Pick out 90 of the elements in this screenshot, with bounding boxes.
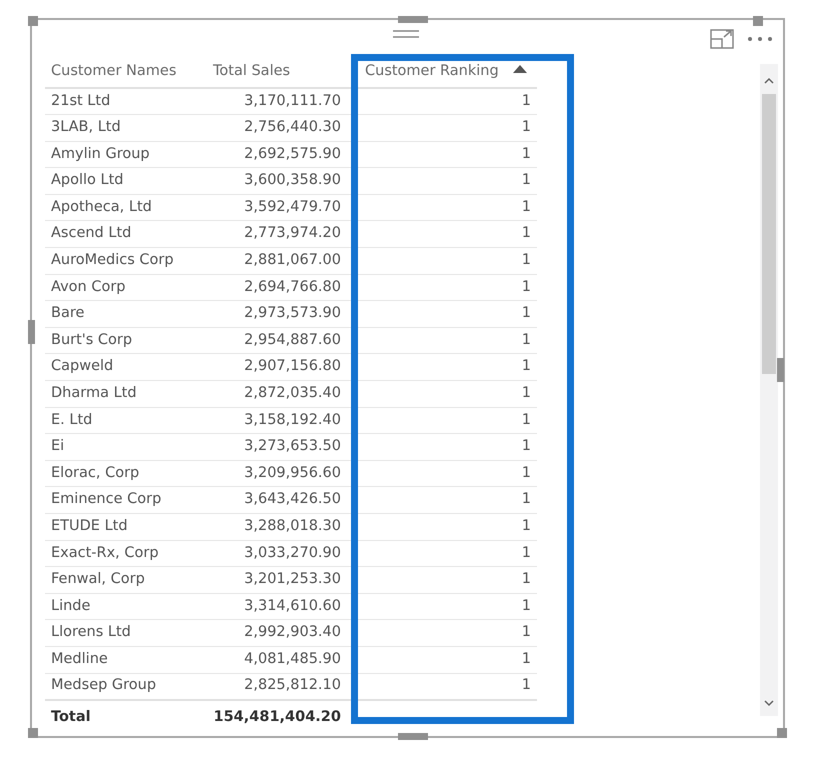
table-cell: 3,170,111.70 [207,88,347,115]
table-cell: 3,209,956.60 [207,460,347,487]
table-cell: Capweld [45,354,207,381]
resize-handle[interactable] [28,320,35,344]
resize-handle[interactable] [777,728,787,738]
table-cell: 1 [347,460,537,487]
focus-mode-icon[interactable] [709,28,735,50]
table-cell: 1 [347,566,537,594]
column-header[interactable]: Customer Names [51,62,176,79]
table-cell: 3,600,358.90 [207,168,347,194]
table-cell: 1 [347,434,537,460]
table-cell: 1 [347,300,537,328]
table-cell: Burt's Corp [45,327,207,354]
table-cell: 1 [347,248,537,274]
table-cell: Apotheca, Ltd [45,194,207,221]
table-cell: 3,158,192.40 [207,407,347,434]
table-cell: 3,033,270.90 [207,540,347,567]
table-cell: Ascend Ltd [45,220,207,248]
table-cell: AuroMedics Corp [45,248,207,274]
table-cell: Ei [45,434,207,460]
table-cell: 1 [347,274,537,301]
table-cell: 2,825,812.10 [207,673,347,700]
table-cell: 1 [347,540,537,567]
resize-handle[interactable] [398,733,428,740]
table-cell: Exact-Rx, Corp [45,540,207,567]
table-cell: 2,773,974.20 [207,220,347,248]
table-cell: 1 [347,673,537,700]
drag-handle-icon[interactable] [392,28,420,40]
resize-handle[interactable] [398,16,428,23]
table-cell: Llorens Ltd [45,620,207,646]
total-cell: 154,481,404.20 [207,700,347,736]
table-cell: Fenwal, Corp [45,566,207,594]
column-header[interactable]: Total Sales [213,62,290,79]
table-cell: E. Ltd [45,407,207,434]
table-cell: 2,881,067.00 [207,248,347,274]
table-cell: 2,872,035.40 [207,380,347,408]
table-cell: 2,907,156.80 [207,354,347,381]
table-cell: 1 [347,646,537,674]
table-cell: 1 [347,407,537,434]
scrollbar[interactable] [760,64,778,716]
table-cell: Medline [45,646,207,674]
table-cell: 4,081,485.90 [207,646,347,674]
table-cell: 21st Ltd [45,88,207,115]
table-cell: 1 [347,354,537,381]
table-cell: 1 [347,88,537,115]
table-cell: 1 [347,327,537,354]
scroll-down-icon[interactable] [763,698,775,708]
resize-handle[interactable] [777,358,784,382]
table-cell: 1 [347,168,537,194]
table-cell: 1 [347,220,537,248]
sort-ascending-icon[interactable] [512,64,527,73]
table-cell: 3,314,610.60 [207,593,347,620]
table-cell: Elorac, Corp [45,460,207,487]
table-cell: 1 [347,194,537,221]
table-cell: 2,694,766.80 [207,274,347,301]
table-cell: 2,992,903.40 [207,620,347,646]
table-cell: Apollo Ltd [45,168,207,194]
table-cell: Dharma Ltd [45,380,207,408]
table-cell: Amylin Group [45,141,207,168]
table-cell: Eminence Corp [45,486,207,514]
table-cell: 1 [347,514,537,540]
table-cell: 1 [347,486,537,514]
table-cell: 1 [347,593,537,620]
scroll-up-icon[interactable] [763,76,775,86]
table-cell: Medsep Group [45,673,207,700]
table-cell: 2,756,440.30 [207,114,347,142]
table-cell: Avon Corp [45,274,207,301]
table-cell: 3,288,018.30 [207,514,347,540]
table-cell: 2,973,573.90 [207,300,347,328]
total-cell: Total [45,700,207,736]
table-cell: Linde [45,593,207,620]
table-cell: 3,201,253.30 [207,566,347,594]
table-cell: 3,273,653.50 [207,434,347,460]
more-options-icon[interactable] [747,36,773,42]
table-cell: Bare [45,300,207,328]
table-cell: 1 [347,114,537,142]
column-header[interactable]: Customer Ranking [365,62,499,79]
resize-handle[interactable] [753,16,763,26]
table-cell: 1 [347,380,537,408]
table-cell: 1 [347,141,537,168]
resize-handle[interactable] [28,16,38,26]
table-cell: ETUDE Ltd [45,514,207,540]
resize-handle[interactable] [28,728,38,738]
table-cell: 2,954,887.60 [207,327,347,354]
table-cell: 3LAB, Ltd [45,114,207,142]
table-cell: 3,592,479.70 [207,194,347,221]
table-cell: 2,692,575.90 [207,141,347,168]
scroll-thumb[interactable] [762,94,776,374]
table-cell: 1 [347,620,537,646]
table-cell: 3,643,426.50 [207,486,347,514]
